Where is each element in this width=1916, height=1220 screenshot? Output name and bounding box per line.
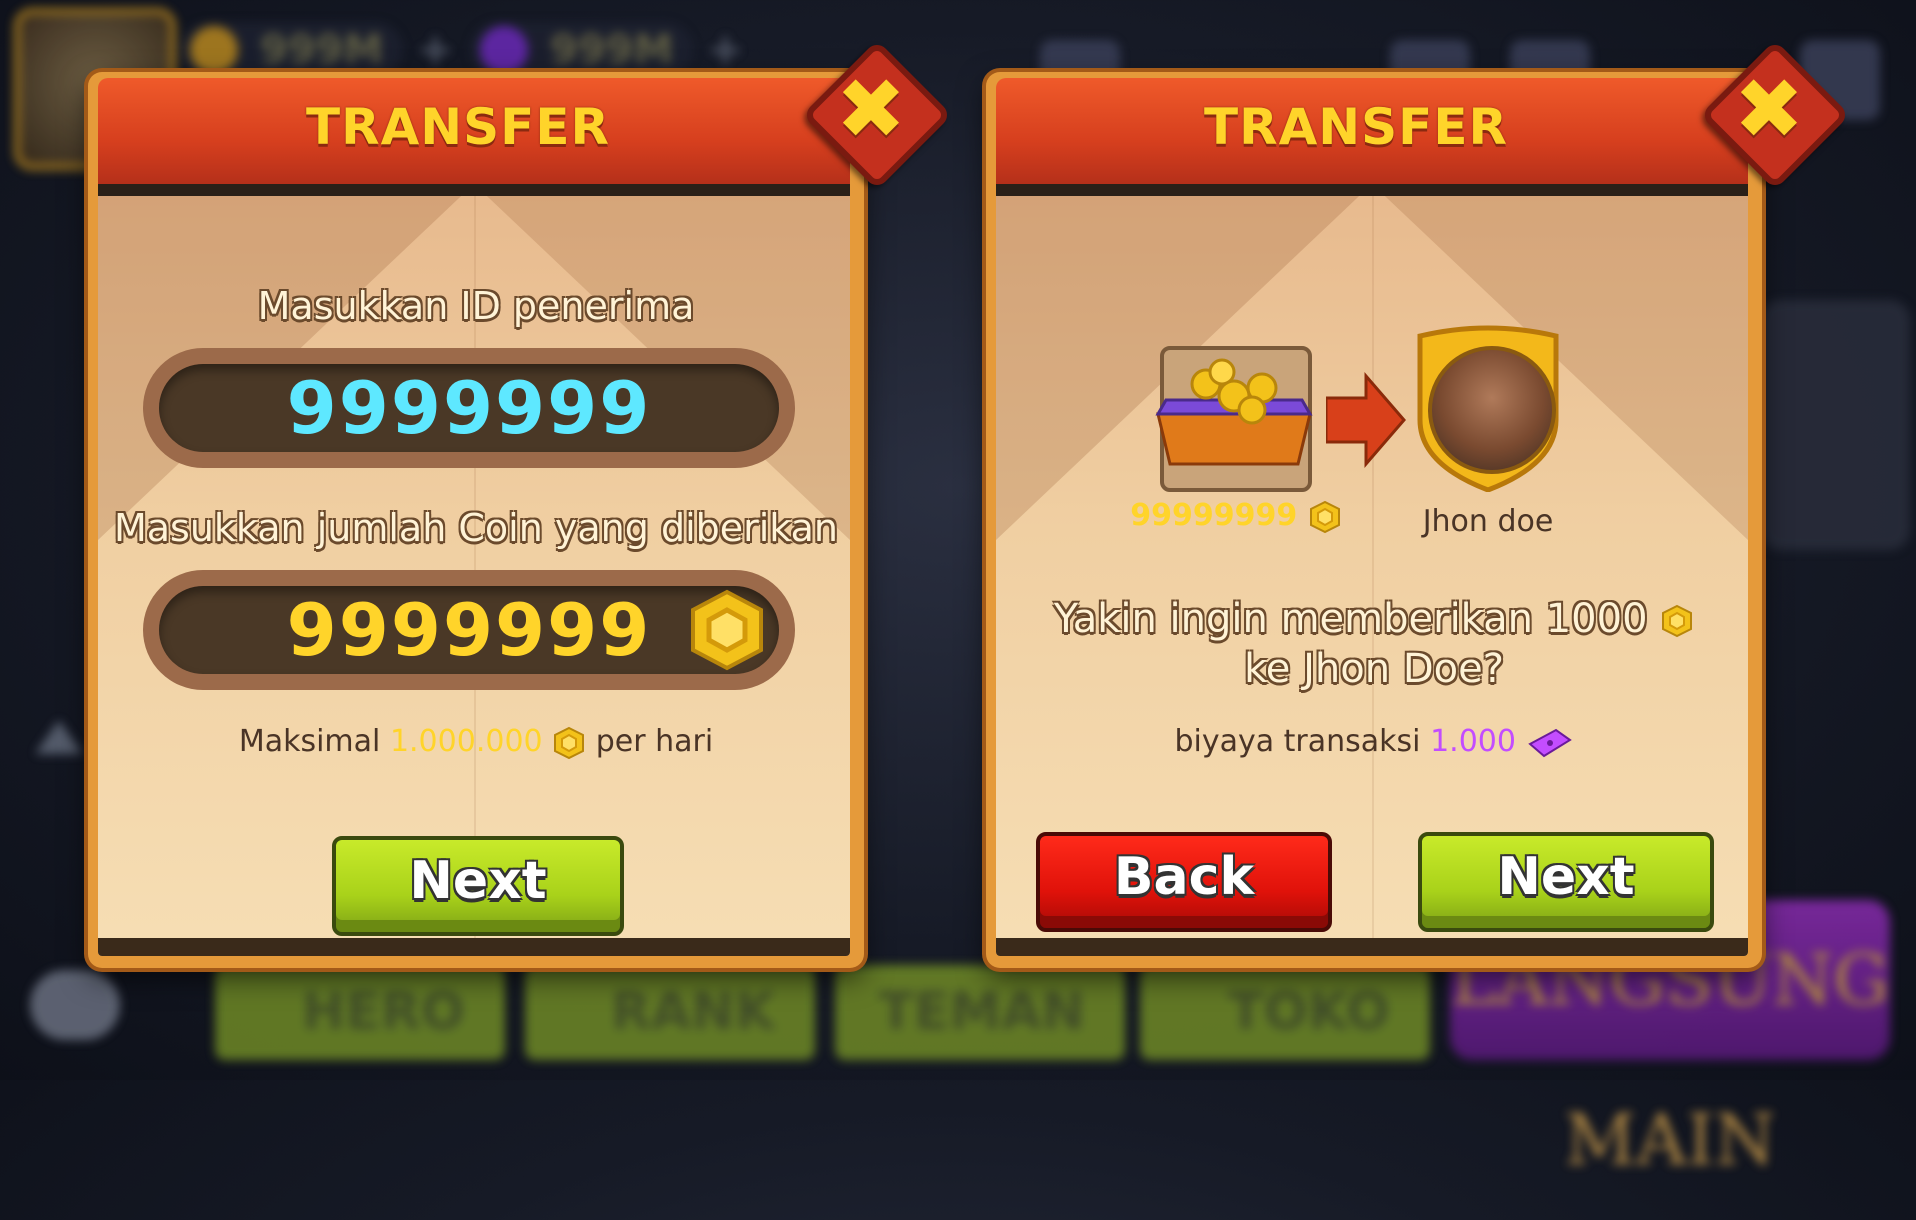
fee-prefix: biyaya transaksi: [1174, 724, 1421, 759]
limit-value: 1.000.000: [389, 724, 543, 759]
add-gems-icon[interactable]: +: [701, 26, 749, 74]
confirm-text: Yakin ingin memberikan 1000: [1053, 596, 1648, 642]
coin-resource: 999M +: [180, 22, 454, 78]
daily-limit-note: Maksimal 1.000.000 per hari: [88, 724, 864, 760]
nav-rank-button[interactable]: RANK: [525, 965, 815, 1060]
sent-amount: 99999999: [1126, 498, 1346, 534]
dialog-header: TRANSFER: [996, 78, 1748, 184]
next-button[interactable]: Next: [1418, 832, 1714, 932]
gem-resource: 999M +: [470, 22, 744, 78]
close-button[interactable]: ✖: [1700, 40, 1850, 190]
dialog-header: TRANSFER: [98, 78, 850, 184]
nav-toko-button[interactable]: TOKO: [1140, 965, 1430, 1060]
coin-resource-value: 999M: [260, 27, 384, 73]
coin-chest-icon: [1155, 346, 1313, 492]
recipient-id-field[interactable]: 9999999: [143, 348, 795, 468]
expand-icon[interactable]: [35, 720, 83, 754]
coin-amount-field[interactable]: 9999999: [143, 570, 795, 690]
nav-teman-button[interactable]: TEMAN: [835, 965, 1125, 1060]
transfer-input-dialog: TRANSFER ✖ Masukkan ID penerima 9999999 …: [88, 40, 952, 968]
confirm-message-line1: Yakin ingin memberikan 1000: [986, 596, 1762, 642]
recipient-avatar: [1410, 324, 1566, 492]
confirm-message-line2: ke Jhon Doe?: [1244, 646, 1504, 692]
fee-value: 1.000: [1430, 724, 1516, 759]
recipient-name: Jhon doe: [1422, 504, 1554, 539]
avatar-photo: [1428, 346, 1556, 474]
coin-icon: [1309, 500, 1340, 533]
sent-amount-value: 99999999: [1130, 498, 1298, 533]
close-button[interactable]: ✖: [802, 40, 952, 190]
back-button[interactable]: Back: [1036, 832, 1332, 932]
coin-amount-label: Masukkan jumlah Coin yang diberikan: [113, 506, 839, 550]
dialog-title: TRANSFER: [306, 98, 610, 156]
limit-prefix: Maksimal: [238, 724, 381, 759]
coin-icon: [1662, 604, 1693, 638]
close-x-icon: ✖: [835, 60, 907, 158]
arrow-right-icon: [1326, 371, 1406, 469]
nav-hero-button[interactable]: HERO: [215, 965, 505, 1060]
recipient-id-value[interactable]: 9999999: [159, 364, 779, 452]
limit-suffix: per hari: [595, 724, 714, 759]
chat-icon[interactable]: [30, 970, 120, 1040]
recipient-id-label: Masukkan ID penerima: [257, 284, 695, 328]
transfer-confirm-dialog: TRANSFER ✖ 99999999 Jhon doe Yakin ingin…: [986, 40, 1850, 968]
next-button[interactable]: Next: [332, 836, 624, 936]
transaction-fee-note: biyaya transaksi 1.000: [986, 724, 1762, 759]
coin-icon: [691, 589, 763, 671]
coin-icon: [190, 26, 238, 74]
side-panel: [1760, 300, 1910, 550]
close-x-icon: ✖: [1733, 60, 1805, 158]
ticket-icon: [1527, 728, 1572, 757]
gem-resource-value: 999M: [550, 27, 674, 73]
add-coins-icon[interactable]: +: [411, 26, 459, 74]
gem-icon: [480, 26, 528, 74]
coin-icon: [554, 726, 585, 759]
dialog-title: TRANSFER: [1204, 98, 1508, 156]
